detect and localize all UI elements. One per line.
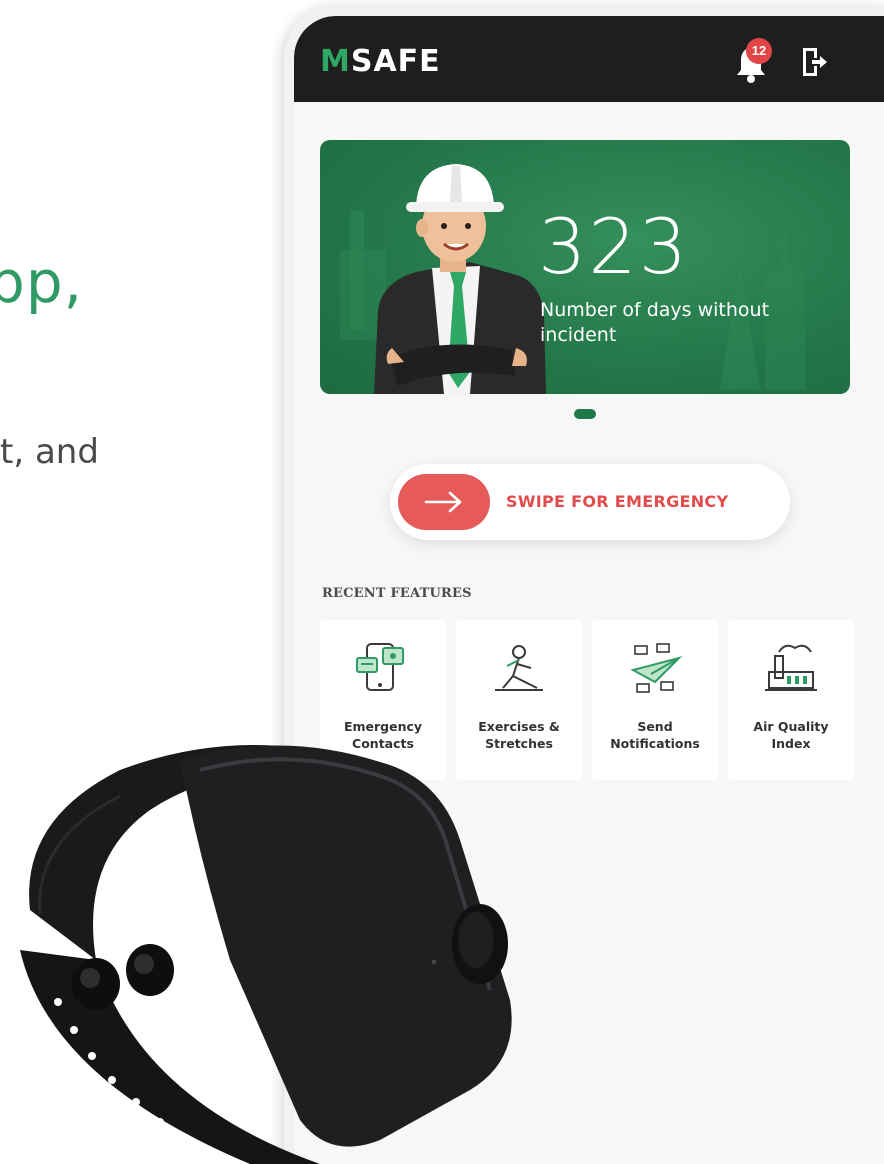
feature-label: Send Notifications [610, 719, 700, 751]
feature-air-quality-index[interactable]: Air Quality Index [728, 620, 854, 780]
logout-icon[interactable] [800, 46, 828, 78]
swipe-label: SWIPE FOR EMERGENCY [506, 492, 729, 511]
exercise-icon [495, 645, 543, 691]
app-logo: MSAFE [320, 44, 441, 79]
feature-send-notifications[interactable]: Send Notifications [592, 620, 718, 780]
days-without-incident-label: Number of days without incident [540, 299, 770, 346]
app-header: MSAFE 12 [294, 16, 884, 102]
send-notifications-icon [630, 643, 683, 693]
marketing-heading: pp, [0, 248, 84, 316]
days-without-incident-count: 323 [538, 202, 690, 291]
air-quality-icon [765, 644, 817, 691]
carousel-indicator[interactable] [574, 409, 596, 419]
swipe-for-emergency-slider[interactable]: SWIPE FOR EMERGENCY [390, 464, 790, 540]
wearable-band-image [20, 745, 512, 1164]
recent-features-title: RECENT FEATURES [322, 586, 472, 601]
swipe-handle[interactable] [398, 474, 490, 530]
feature-label: Air Quality Index [753, 719, 829, 751]
emergency-contacts-icon [356, 643, 404, 691]
marketing-subtext: t, and [0, 432, 99, 472]
arrow-right-icon [424, 491, 462, 513]
notification-badge: 12 [746, 38, 772, 64]
incident-banner[interactable]: 323 Number of days without incident [320, 140, 850, 394]
